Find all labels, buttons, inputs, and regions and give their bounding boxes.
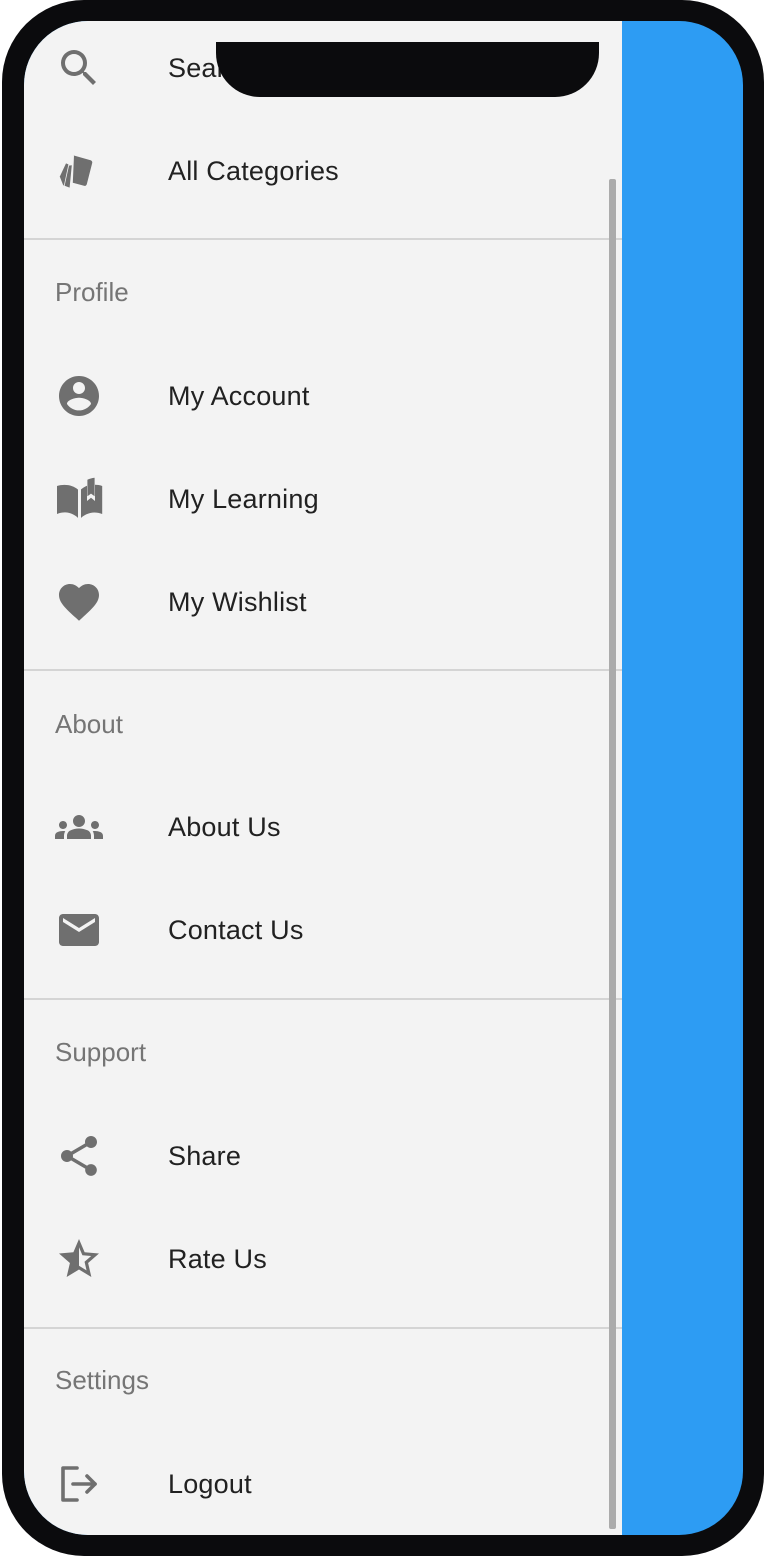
drawer-item-rate-us[interactable]: Rate Us [24, 1209, 609, 1309]
drawer-item-label: Share [168, 1140, 242, 1171]
drawer-item-label: Logout [168, 1468, 252, 1499]
drawer-item-contact-us[interactable]: Contact Us [24, 880, 609, 980]
drawer-item-about-us[interactable]: About Us [24, 777, 609, 877]
drawer-item-my-wishlist[interactable]: My Wishlist [24, 552, 609, 652]
drawer-item-label: Rate Us [168, 1243, 267, 1274]
drawer-item-my-account[interactable]: My Account [24, 346, 609, 446]
section-header-support: Support [55, 1037, 147, 1067]
account-circle-icon [54, 371, 104, 421]
screen: Search All Categories Profile My Account… [24, 21, 743, 1535]
drawer-item-label: My Learning [168, 483, 319, 514]
search-icon [54, 43, 104, 93]
heart-icon [54, 577, 104, 627]
star-half-icon [54, 1234, 104, 1284]
section-header-profile: Profile [55, 277, 129, 307]
navigation-drawer: Search All Categories Profile My Account… [24, 21, 622, 1535]
drawer-item-label: Contact Us [168, 914, 304, 945]
drawer-item-label: All Categories [168, 155, 339, 186]
drawer-item-all-categories[interactable]: All Categories [24, 121, 609, 221]
drawer-item-share[interactable]: Share [24, 1106, 609, 1206]
section-divider [24, 238, 622, 240]
section-header-settings: Settings [55, 1365, 149, 1395]
drawer-item-my-learning[interactable]: My Learning [24, 449, 609, 549]
book-icon [54, 474, 104, 524]
drawer-item-label: My Wishlist [168, 586, 307, 617]
logout-icon [54, 1459, 104, 1509]
section-divider [24, 669, 622, 671]
share-icon [54, 1131, 104, 1181]
section-header-about: About [55, 709, 123, 739]
drawer-item-logout[interactable]: Logout [24, 1434, 609, 1534]
people-icon [54, 802, 104, 852]
drawer-scrollbar[interactable] [609, 179, 616, 1529]
category-tags-icon [54, 146, 104, 196]
section-divider [24, 1327, 622, 1329]
drawer-item-label: About Us [168, 811, 281, 842]
phone-frame: Search All Categories Profile My Account… [2, 0, 764, 1556]
phone-notch [216, 42, 599, 97]
drawer-item-label: My Account [168, 380, 310, 411]
section-divider [24, 998, 622, 1000]
mail-icon [54, 905, 104, 955]
